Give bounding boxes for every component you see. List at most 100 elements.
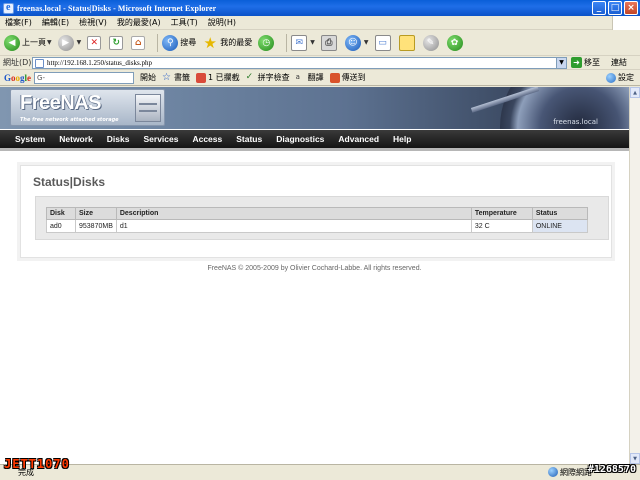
research-icon: ✎	[422, 34, 439, 51]
send-to-label: 傳送到	[341, 73, 366, 82]
translate-icon: a	[295, 72, 300, 81]
stop-icon: ✕	[87, 35, 102, 50]
dropdown-arrow-icon[interactable]: ▼	[77, 39, 82, 46]
go-arrow-icon: ➜	[571, 57, 582, 68]
star-icon: ★	[203, 33, 217, 52]
freenas-tagline: The free network attached storage	[20, 117, 119, 123]
translate-button[interactable]: a 翻譯	[296, 72, 324, 83]
messenger-button[interactable]: ☺ ▼	[344, 34, 369, 51]
nav-network[interactable]: Network	[59, 134, 93, 144]
page-footer: FreeNAS © 2005-2009 by Olivier Cochard-L…	[207, 265, 422, 272]
popup-blocked-button[interactable]: 1 已攔截	[196, 72, 240, 83]
scroll-down-icon[interactable]: ▼	[630, 453, 640, 464]
google-start-label: 開始	[140, 73, 157, 82]
col-header-disk: Disk	[46, 207, 76, 220]
table-header-row: Disk Size Description Temperature Status	[46, 207, 589, 220]
windows-logo-icon	[612, 16, 640, 30]
address-bar: 網址(D) http://192.168.1.250/status_disks.…	[0, 56, 640, 70]
cell-size: 953870MB	[75, 219, 117, 233]
google-settings-label: 設定	[618, 73, 634, 82]
window-title-bar[interactable]: freenas.local - Status|Disks - Microsoft…	[0, 0, 640, 16]
send-to-button[interactable]: 傳送到	[329, 72, 366, 83]
google-logo[interactable]: Google	[4, 73, 31, 83]
page-viewport: FreeNAS The free network attached storag…	[0, 87, 629, 464]
nav-services[interactable]: Services	[143, 134, 178, 144]
content-panel: Status|Disks Disk Size Description Tempe…	[20, 165, 612, 258]
note-icon	[398, 34, 415, 51]
dropdown-arrow-icon[interactable]: ▼	[310, 39, 315, 46]
menu-tools[interactable]: 工具(T)	[166, 17, 203, 28]
address-input[interactable]: http://192.168.1.250/status_disks.php ▼	[32, 57, 567, 69]
watermark-left: JETT1070	[4, 457, 70, 471]
close-button[interactable]: ×	[624, 1, 638, 15]
translate-label: 翻譯	[307, 73, 324, 82]
discuss-button[interactable]: ▭	[374, 34, 393, 51]
refresh-button[interactable]: ↻	[109, 35, 125, 50]
research-button[interactable]: ✎	[422, 34, 441, 51]
people-icon: ✿	[446, 34, 463, 51]
page-icon	[35, 58, 44, 68]
menu-view[interactable]: 檢視(V)	[74, 17, 112, 28]
mail-icon: ✉	[291, 34, 308, 51]
back-label: 上一頁	[22, 38, 46, 47]
address-label: 網址(D)	[3, 58, 32, 67]
address-url[interactable]: http://192.168.1.250/status_disks.php	[47, 59, 152, 67]
go-label: 移至	[584, 58, 600, 67]
star-outline-icon: ☆	[162, 71, 171, 83]
mail-button[interactable]: ✉ ▼	[291, 34, 315, 51]
forward-arrow-icon: ▶	[57, 34, 74, 51]
go-button[interactable]: ➜ 移至	[571, 57, 600, 68]
spellcheck-button[interactable]: ✓ 拼字檢查	[246, 72, 290, 83]
nav-access[interactable]: Access	[192, 134, 222, 144]
col-header-temperature: Temperature	[470, 207, 533, 220]
nas-box-icon	[135, 94, 161, 122]
history-button[interactable]: ◷	[258, 34, 276, 51]
forward-button[interactable]: ▶ ▼	[57, 34, 82, 51]
freenas-logo[interactable]: FreeNAS The free network attached storag…	[10, 89, 165, 126]
note-button[interactable]	[398, 34, 417, 51]
google-bookmarks-button[interactable]: ☆ 書籤	[162, 72, 190, 83]
favorites-label: 我的最愛	[220, 38, 253, 47]
google-settings-button[interactable]: 設定	[606, 72, 634, 83]
nav-system[interactable]: System	[15, 134, 45, 144]
status-bar: 完成 網際網路	[0, 464, 640, 480]
back-button[interactable]: ◀ 上一頁 ▼	[4, 34, 52, 51]
minimize-button[interactable]: _	[592, 1, 606, 15]
google-search-input[interactable]: G-	[34, 71, 135, 84]
menu-favorites[interactable]: 我的最愛(A)	[112, 17, 166, 28]
print-button[interactable]: ⎙	[320, 34, 339, 51]
send-to-icon	[329, 72, 340, 83]
scroll-up-icon[interactable]: ▲	[630, 87, 640, 98]
dropdown-arrow-icon[interactable]: ▼	[47, 39, 52, 46]
people-button[interactable]: ✿	[446, 34, 465, 51]
google-start-button[interactable]: 開始	[140, 72, 156, 83]
home-button[interactable]: ⌂	[131, 35, 147, 50]
menu-file[interactable]: 檔案(F)	[0, 17, 37, 28]
links-button[interactable]: 連結	[611, 57, 627, 68]
nav-status[interactable]: Status	[236, 134, 262, 144]
menu-help[interactable]: 說明(H)	[203, 17, 241, 28]
popup-blocked-label: 1 已攔截	[208, 73, 240, 82]
maximize-button[interactable]: □	[608, 1, 622, 15]
toolbar-separator	[286, 33, 288, 52]
ie-icon	[3, 2, 14, 14]
nav-diagnostics[interactable]: Diagnostics	[276, 134, 324, 144]
favorites-button[interactable]: ★ 我的最愛	[202, 33, 253, 52]
spellcheck-icon: ✓	[245, 71, 254, 82]
cell-disk: ad0	[46, 219, 76, 233]
popup-blocker-icon	[196, 72, 207, 83]
dropdown-arrow-icon[interactable]: ▼	[364, 39, 369, 46]
col-header-size: Size	[75, 207, 117, 220]
printer-icon: ⎙	[320, 34, 337, 51]
menu-edit[interactable]: 編輯(E)	[37, 17, 74, 28]
stop-button[interactable]: ✕	[87, 35, 103, 50]
vertical-scrollbar[interactable]: ▲ ▼	[629, 87, 640, 464]
freenas-header: FreeNAS The free network attached storag…	[0, 87, 629, 129]
window-title: freenas.local - Status|Disks - Microsoft…	[17, 3, 217, 13]
nav-help[interactable]: Help	[393, 134, 411, 144]
nav-advanced[interactable]: Advanced	[338, 134, 379, 144]
address-dropdown-icon[interactable]: ▼	[556, 58, 566, 68]
toolbar-separator	[157, 33, 159, 52]
search-button[interactable]: ⚲ 搜尋	[162, 34, 196, 51]
nav-disks[interactable]: Disks	[107, 134, 130, 144]
